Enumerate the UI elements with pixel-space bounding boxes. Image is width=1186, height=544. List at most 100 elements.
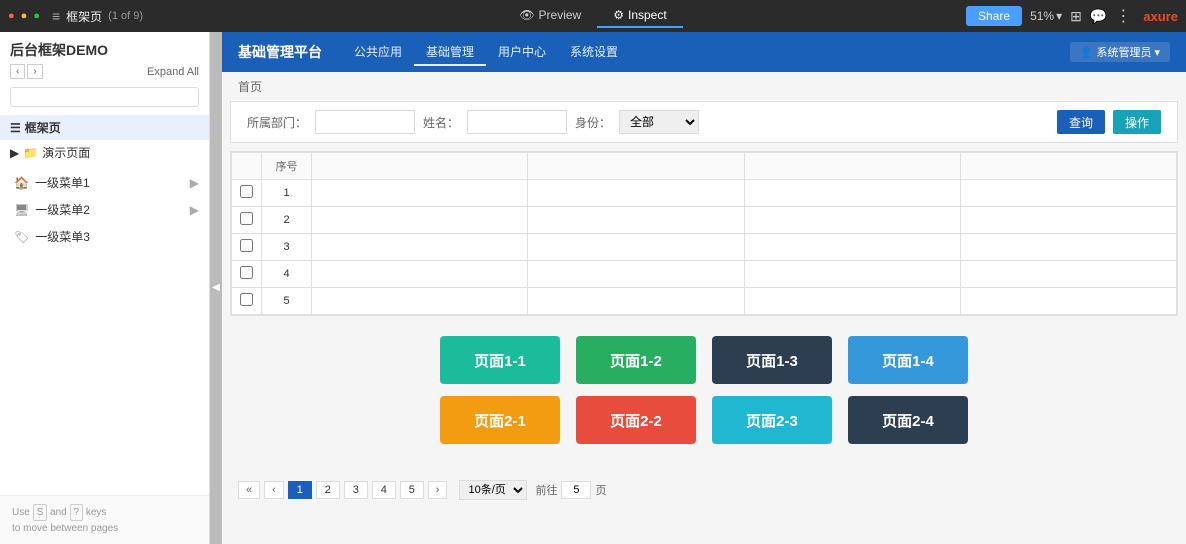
page-size-select[interactable]: 10条/页 20条/页 50条/页	[459, 480, 527, 500]
row1-col3	[744, 180, 960, 207]
row5-num: 5	[262, 288, 312, 315]
monitor-icon: 🖥	[14, 203, 29, 217]
page-btn-2-4[interactable]: 页面2-4	[848, 396, 968, 444]
data-table: 序号 1	[231, 152, 1177, 315]
chevron-right-icon: ▶	[190, 203, 199, 217]
row3-num: 3	[262, 234, 312, 261]
query-button[interactable]: 查询	[1057, 110, 1105, 134]
page-buttons-grid: 页面1-1 页面1-2 页面1-3 页面1-4 页面2-1 页面2-2 页面2-…	[222, 316, 1186, 464]
status-select[interactable]: 全部 管理员 普通用户	[619, 110, 699, 134]
row4-col4	[960, 261, 1176, 288]
app-nav: 公共应用 基础管理 用户中心 系统设置	[342, 39, 630, 66]
left-panel-header: 后台框架DEMO ‹ › Expand All	[0, 32, 209, 83]
pagination-page-1[interactable]: 1	[288, 481, 312, 499]
nav-arrows: ‹ ›	[10, 64, 43, 79]
expand-all-button[interactable]: Expand All	[147, 66, 199, 78]
chevron-right-icon: ▶	[190, 176, 199, 190]
zoom-control[interactable]: 51% ▾	[1030, 9, 1062, 23]
sidebar-item-label: 一级菜单1	[35, 174, 90, 191]
sidebar-item-label: 一级菜单3	[35, 228, 90, 245]
tab-preview[interactable]: 👁 Preview	[503, 4, 597, 28]
page-btn-2-1[interactable]: 页面2-1	[440, 396, 560, 444]
pagination-page-2[interactable]: 2	[316, 481, 340, 499]
app-logo: 基础管理平台	[238, 42, 322, 62]
col-empty4-header	[960, 153, 1176, 180]
content-wrapper: 首页 所属部门： 姓名： 身份： 全部 管理员 普通用户 查询 操作	[222, 72, 1186, 544]
axure-logo: axure	[1143, 9, 1178, 24]
row1-col2	[528, 180, 744, 207]
menu-icon[interactable]: ≡	[52, 8, 60, 24]
pagination-next[interactable]: ›	[428, 481, 448, 499]
page-tree: ☰ 框架页 ▶ 📁 演示页面 🏠 一级菜单1 ▶ 🖥 一级菜单2 ▶	[0, 111, 209, 495]
toolbar-left: ● ● ● ≡ 框架页 (1 of 9)	[8, 8, 497, 25]
tab-inspect[interactable]: ⚙ Inspect	[597, 4, 682, 28]
name-label: 姓名：	[423, 114, 459, 131]
page-btn-1-4[interactable]: 页面1-4	[848, 336, 968, 384]
admin-badge[interactable]: 👤 系统管理员 ▾	[1070, 42, 1170, 62]
row3-col1	[312, 234, 528, 261]
tag-icon: 🏷	[14, 230, 29, 244]
row5-checkbox[interactable]	[240, 293, 253, 306]
nav-item-system[interactable]: 系统设置	[558, 39, 630, 66]
row4-col3	[744, 261, 960, 288]
page-btn-1-2[interactable]: 页面1-2	[576, 336, 696, 384]
sidebar-item-menu2[interactable]: 🖥 一级菜单2 ▶	[0, 196, 209, 223]
dept-input[interactable]	[315, 110, 415, 134]
comment-icon[interactable]: 💬	[1090, 8, 1107, 25]
row1-num: 1	[262, 180, 312, 207]
page-btn-2-2[interactable]: 页面2-2	[576, 396, 696, 444]
action-button[interactable]: 操作	[1113, 110, 1161, 134]
left-panel: 后台框架DEMO ‹ › Expand All ☰ 框架页 ▶ 📁 演示页面	[0, 32, 210, 544]
nav-item-user[interactable]: 用户中心	[486, 39, 558, 66]
eye-icon: 👁	[519, 8, 534, 22]
sidebar-item-menu3[interactable]: 🏷 一级菜单3	[0, 223, 209, 250]
table-row: 3	[232, 234, 1177, 261]
page-btn-1-1[interactable]: 页面1-1	[440, 336, 560, 384]
minimize-icon[interactable]: ●	[21, 10, 28, 22]
row1-col4	[960, 180, 1176, 207]
row4-checkbox[interactable]	[240, 266, 253, 279]
row3-checkbox[interactable]	[240, 239, 253, 252]
tree-item-yanshi[interactable]: ▶ 📁 演示页面	[0, 140, 209, 165]
row3-col2	[528, 234, 744, 261]
close-icon[interactable]: ●	[8, 10, 15, 22]
goto-input[interactable]	[561, 481, 591, 499]
row1-checkbox[interactable]	[240, 185, 253, 198]
inspect-icon: ⚙	[613, 8, 624, 22]
sidebar-item-menu1[interactable]: 🏠 一级菜单1 ▶	[0, 169, 209, 196]
table-row: 2	[232, 207, 1177, 234]
page-buttons-row1: 页面1-1 页面1-2 页面1-3 页面1-4	[440, 336, 968, 384]
nav-item-basic[interactable]: 基础管理	[414, 39, 486, 66]
page-unit: 页	[595, 482, 606, 498]
page-btn-2-3[interactable]: 页面2-3	[712, 396, 832, 444]
pagination-page-4[interactable]: 4	[372, 481, 396, 499]
page-btn-1-3[interactable]: 页面1-3	[712, 336, 832, 384]
maximize-icon[interactable]: ●	[33, 10, 40, 22]
toolbar-center: 👁 Preview ⚙ Inspect	[503, 4, 682, 28]
app-header-right: 👤 系统管理员 ▾	[1070, 42, 1170, 62]
row2-col4	[960, 207, 1176, 234]
pagination-prev[interactable]: ‹	[264, 481, 284, 499]
goto-label: 前往	[535, 482, 557, 498]
row4-col1	[312, 261, 528, 288]
share-button[interactable]: Share	[966, 6, 1022, 26]
pagination-page-3[interactable]: 3	[344, 481, 368, 499]
pagination-first[interactable]: «	[238, 481, 260, 499]
pagination-page-5[interactable]: 5	[400, 481, 424, 499]
name-input[interactable]	[467, 110, 567, 134]
breadcrumb-home[interactable]: 首页	[238, 80, 262, 94]
row5-col1	[312, 288, 528, 315]
collapse-toggle[interactable]: ◀	[210, 32, 222, 544]
tree-item-jiajia[interactable]: ☰ 框架页	[0, 115, 209, 140]
nav-prev-button[interactable]: ‹	[10, 64, 25, 79]
row2-col3	[744, 207, 960, 234]
hint-and: and	[50, 507, 67, 518]
more-icon[interactable]: ⋮	[1115, 6, 1131, 26]
row2-col1	[312, 207, 528, 234]
search-input[interactable]	[10, 87, 199, 107]
grid-icon[interactable]: ⊞	[1070, 8, 1082, 25]
nav-item-public[interactable]: 公共应用	[342, 39, 414, 66]
col-num-header: 序号	[262, 153, 312, 180]
row2-checkbox[interactable]	[240, 212, 253, 225]
nav-next-button[interactable]: ›	[27, 64, 42, 79]
